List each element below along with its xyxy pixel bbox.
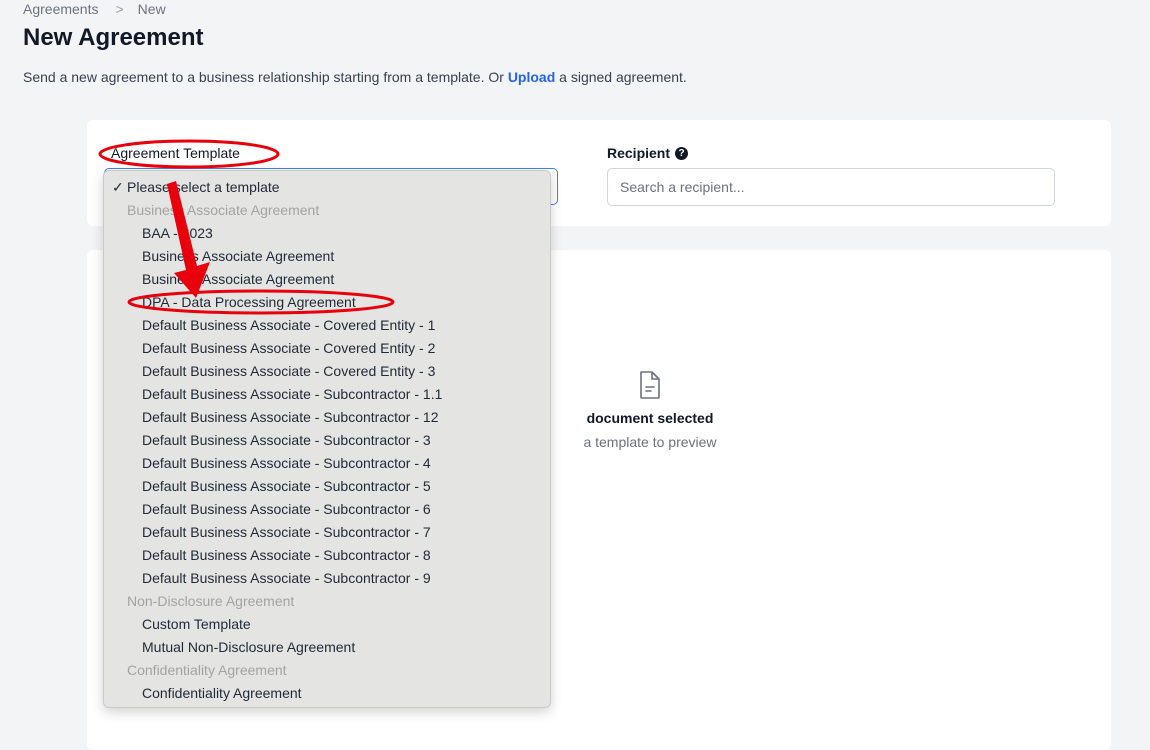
chevron-right-icon: >: [115, 1, 124, 17]
dropdown-option[interactable]: Default Business Associate - Subcontract…: [104, 521, 550, 544]
dropdown-option[interactable]: Default Business Associate - Covered Ent…: [104, 360, 550, 383]
breadcrumb-agreements[interactable]: Agreements: [23, 1, 98, 17]
page-title: New Agreement: [23, 24, 204, 51]
dropdown-option[interactable]: Custom Template: [104, 613, 550, 636]
dropdown-option[interactable]: Default Business Associate - Subcontract…: [104, 383, 550, 406]
subtitle-text-before: Send a new agreement to a business relat…: [23, 69, 508, 85]
dropdown-option[interactable]: Default Business Associate - Covered Ent…: [104, 337, 550, 360]
dropdown-option-dpa[interactable]: DPA - Data Processing Agreement: [104, 291, 550, 314]
recipient-label-text: Recipient: [607, 145, 671, 161]
dropdown-option[interactable]: Business Associate Agreement: [104, 268, 550, 291]
page-subtitle: Send a new agreement to a business relat…: [23, 69, 687, 85]
dropdown-option[interactable]: Default Business Associate - Covered Ent…: [104, 314, 550, 337]
dropdown-option[interactable]: Default Business Associate - Subcontract…: [104, 452, 550, 475]
document-icon: [640, 371, 660, 399]
recipient-search-input[interactable]: [607, 168, 1055, 206]
upload-link[interactable]: Upload: [508, 69, 555, 85]
dropdown-group-label: Non-Disclosure Agreement: [127, 593, 295, 609]
recipient-label: Recipient ?: [607, 145, 689, 161]
subtitle-text-after: a signed agreement.: [555, 69, 687, 85]
dropdown-group-label: Business Associate Agreement: [127, 202, 320, 218]
dropdown-option[interactable]: Default Business Associate - Subcontract…: [104, 498, 550, 521]
dropdown-option-label: Please select a template: [127, 179, 280, 195]
dropdown-option[interactable]: Default Business Associate - Subcontract…: [104, 429, 550, 452]
help-icon[interactable]: ?: [675, 146, 689, 160]
breadcrumb-new: New: [137, 1, 166, 17]
dropdown-option[interactable]: Default Business Associate - Subcontract…: [104, 475, 550, 498]
dropdown-option[interactable]: BAA - 2023: [104, 222, 550, 245]
dropdown-option[interactable]: Default Business Associate - Subcontract…: [104, 567, 550, 590]
dropdown-option[interactable]: Mutual Non-Disclosure Agreement: [104, 636, 550, 659]
checkmark-icon: ✓: [112, 179, 124, 195]
dropdown-option-selected[interactable]: ✓ Please select a template: [104, 176, 550, 199]
breadcrumb: Agreements > New: [23, 1, 166, 17]
dropdown-option[interactable]: Default Business Associate - Subcontract…: [104, 544, 550, 567]
template-dropdown-list[interactable]: ✓ Please select a template Business Assoc…: [103, 170, 551, 708]
agreement-template-label: Agreement Template: [111, 145, 240, 161]
dropdown-option[interactable]: Default Business Associate - Subcontract…: [104, 406, 550, 429]
dropdown-option[interactable]: Business Associate Agreement: [104, 245, 550, 268]
dropdown-option[interactable]: Confidentiality Agreement: [104, 682, 550, 705]
dropdown-group-label: Confidentiality Agreement: [127, 662, 287, 678]
